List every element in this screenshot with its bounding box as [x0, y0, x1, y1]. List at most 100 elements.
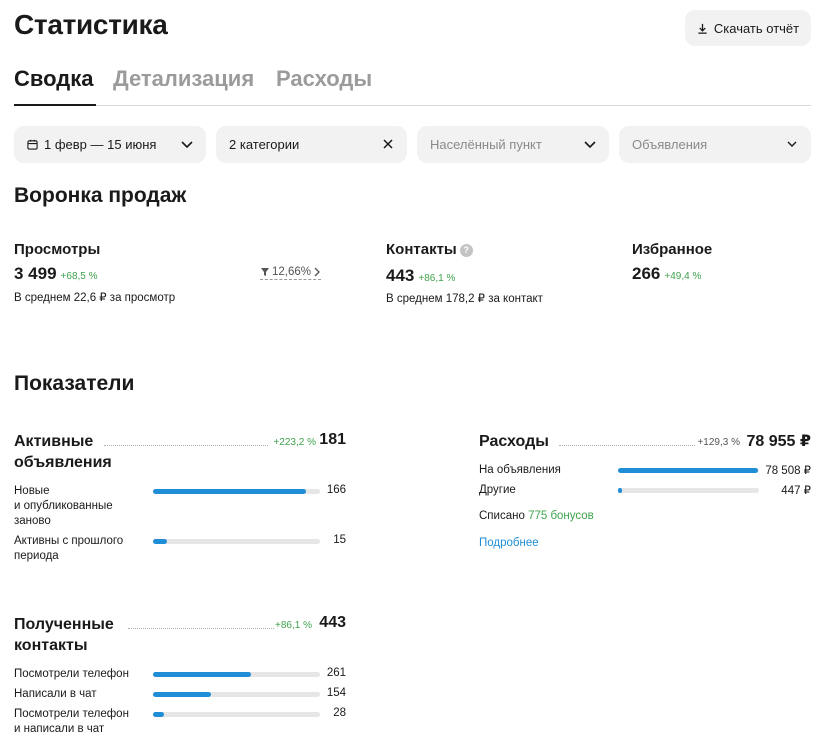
contacts-both-label: Посмотрели телефон и написали в чат	[14, 707, 129, 737]
leader-dots	[559, 445, 695, 446]
favorites-delta: +49,4 %	[664, 271, 702, 282]
expenses-other-bar	[618, 488, 759, 493]
active-ads-value: 181	[319, 431, 346, 448]
views-average: В среднем 22,6 ₽ за просмотр	[14, 292, 176, 304]
expenses-other-value: 447 ₽	[781, 485, 811, 497]
contacts-phone-bar	[153, 672, 320, 677]
expenses-ads-label: На объявления	[479, 464, 561, 476]
received-contacts-label-line1: Полученные	[14, 616, 114, 633]
bar-fill	[153, 489, 307, 494]
row-label-line: Новые	[14, 485, 50, 497]
row-label-line: заново	[14, 515, 51, 527]
tab-expenses[interactable]: Расходы	[276, 66, 372, 92]
download-icon	[698, 23, 707, 34]
city-placeholder: Населённый пункт	[430, 137, 542, 152]
city-select[interactable]: Населённый пункт	[417, 126, 609, 163]
row-label-line: Написали в чат	[14, 688, 97, 700]
received-contacts-value: 443	[319, 614, 346, 631]
bar-fill	[153, 539, 167, 544]
chevron-right-icon	[314, 267, 320, 277]
expenses-other-label: Другие	[479, 484, 516, 496]
download-report-button[interactable]: Скачать отчёт	[685, 10, 811, 46]
expenses-ads-value: 78 508 ₽	[765, 465, 811, 477]
help-icon[interactable]: ?	[459, 244, 473, 257]
expenses-label-text: Расходы	[479, 433, 549, 450]
expenses-value: 78 955 ₽	[746, 433, 811, 450]
clear-icon[interactable]	[381, 137, 395, 151]
contacts-label-line: Контакты?	[386, 241, 473, 258]
expenses-label: Расходы	[479, 431, 549, 452]
contacts-value-line: 443 +86,1 %	[386, 266, 455, 286]
row-label-line: Активны с прошлого	[14, 535, 124, 547]
written-off-bonus: 775 бонусов	[528, 510, 594, 522]
favorites-value-line: 266 +49,4 %	[632, 264, 701, 284]
favorites-value: 266	[632, 264, 661, 283]
bar-fill	[618, 468, 759, 473]
row-label-line: и опубликованные	[14, 500, 113, 512]
active-tab-indicator	[14, 104, 96, 106]
bar-fill	[618, 488, 623, 493]
active-ads-row-new-label: Новые и опубликованные заново	[14, 484, 113, 529]
conversion-link[interactable]: 12,66%	[260, 266, 322, 280]
contacts-both-value: 28	[333, 707, 346, 719]
row-label-line: Посмотрели телефон	[14, 708, 129, 720]
contacts-delta: +86,1 %	[418, 273, 456, 284]
active-ads-label-line2: объявления	[14, 454, 112, 471]
chevron-down-icon	[584, 141, 596, 149]
contacts-label: Контакты	[386, 241, 457, 258]
received-contacts-label-line2: контакты	[14, 637, 88, 654]
funnel-title: Воронка продаж	[14, 184, 187, 207]
more-details-link[interactable]: Подробнее	[479, 537, 539, 549]
active-ads-new-value: 166	[326, 484, 346, 496]
active-ads-label: Активные объявления	[14, 431, 112, 473]
active-ads-row-prev-label: Активны с прошлого периода	[14, 534, 123, 564]
views-value-line: 3 499 +68,5 %	[14, 264, 98, 284]
written-off-text: Списано 775 бонусов	[479, 510, 594, 522]
chevron-down-icon	[181, 141, 193, 149]
contacts-phone-label: Посмотрели телефон	[14, 667, 129, 682]
download-report-label: Скачать отчёт	[713, 20, 800, 36]
views-value: 3 499	[14, 264, 57, 283]
expenses-ads-bar	[618, 468, 759, 473]
tab-details[interactable]: Детализация	[113, 66, 254, 92]
tab-summary[interactable]: Сводка	[14, 66, 93, 92]
metrics-title: Показатели	[14, 372, 135, 395]
calendar-icon	[27, 139, 38, 150]
views-label: Просмотры	[14, 241, 101, 258]
conversion-value: 12,66%	[272, 266, 312, 278]
views-delta: +68,5 %	[60, 271, 98, 282]
favorites-label: Избранное	[632, 241, 713, 258]
bar-fill	[153, 692, 212, 697]
written-off-prefix: Списано	[479, 510, 525, 522]
contacts-phone-value: 261	[326, 667, 346, 679]
filter-funnel-icon	[261, 268, 269, 276]
received-contacts-label: Полученные контакты	[14, 614, 114, 656]
contacts-chat-value: 154	[326, 687, 346, 699]
row-label-line: периода	[14, 550, 59, 562]
category-select[interactable]: 2 категории	[216, 126, 407, 163]
page-title: Статистика	[14, 9, 168, 40]
bar-fill	[153, 712, 164, 717]
row-label-line: и написали в чат	[14, 723, 105, 735]
chevron-down-icon	[787, 141, 797, 147]
leader-dots	[128, 628, 274, 629]
category-value: 2 категории	[229, 137, 300, 152]
date-range-value: 1 февр — 15 июня	[44, 137, 157, 152]
contacts-chat-label: Написали в чат	[14, 687, 97, 702]
tab-bar: Сводка Детализация Расходы	[14, 66, 811, 106]
active-ads-prev-value: 15	[333, 534, 346, 546]
active-ads-label-line1: Активные	[14, 433, 94, 450]
contacts-value: 443	[386, 266, 415, 285]
bar-fill	[153, 672, 252, 677]
received-contacts-delta: +86,1 %	[275, 620, 312, 631]
ads-select[interactable]: Объявления	[619, 126, 811, 163]
contacts-both-bar	[153, 712, 320, 717]
row-label-line: Посмотрели телефон	[14, 668, 129, 680]
contacts-average: В среднем 178,2 ₽ за контакт	[386, 293, 543, 305]
active-ads-new-bar	[153, 489, 320, 494]
active-ads-prev-bar	[153, 539, 320, 544]
ads-placeholder: Объявления	[632, 137, 708, 152]
contacts-chat-bar	[153, 692, 320, 697]
leader-dots	[104, 445, 268, 446]
date-range-select[interactable]: 1 февр — 15 июня	[14, 126, 206, 163]
